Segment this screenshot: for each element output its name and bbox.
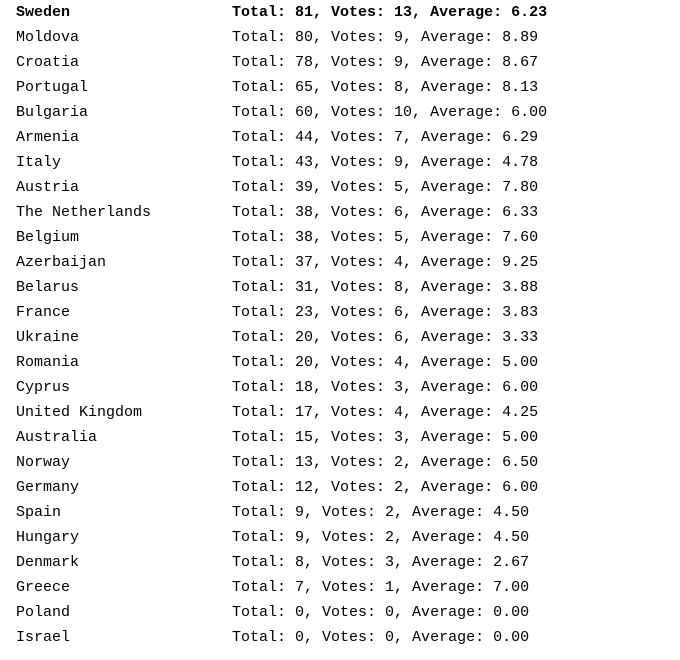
country-name: France [16, 300, 232, 325]
stats-text: Total: 20, Votes: 6, Average: 3.33 [232, 329, 538, 346]
result-row: BelgiumTotal: 38, Votes: 5, Average: 7.6… [16, 225, 664, 250]
result-row: DenmarkTotal: 8, Votes: 3, Average: 2.67 [16, 550, 664, 575]
stats-text: Total: 13, Votes: 2, Average: 6.50 [232, 454, 538, 471]
country-name: Poland [16, 600, 232, 625]
result-row: BulgariaTotal: 60, Votes: 10, Average: 6… [16, 100, 664, 125]
stats-text: Total: 60, Votes: 10, Average: 6.00 [232, 104, 547, 121]
stats-text: Total: 80, Votes: 9, Average: 8.89 [232, 29, 538, 46]
stats-text: Total: 20, Votes: 4, Average: 5.00 [232, 354, 538, 371]
stats-text: Total: 39, Votes: 5, Average: 7.80 [232, 179, 538, 196]
stats-text: Total: 43, Votes: 9, Average: 4.78 [232, 154, 538, 171]
country-name: Denmark [16, 550, 232, 575]
stats-text: Total: 38, Votes: 6, Average: 6.33 [232, 204, 538, 221]
country-name: Moldova [16, 25, 232, 50]
result-row: AustriaTotal: 39, Votes: 5, Average: 7.8… [16, 175, 664, 200]
stats-text: Total: 44, Votes: 7, Average: 6.29 [232, 129, 538, 146]
stats-text: Total: 9, Votes: 2, Average: 4.50 [232, 529, 529, 546]
stats-text: Total: 17, Votes: 4, Average: 4.25 [232, 404, 538, 421]
country-name: Romania [16, 350, 232, 375]
stats-text: Total: 31, Votes: 8, Average: 3.88 [232, 279, 538, 296]
country-name: Sweden [16, 0, 232, 25]
stats-text: Total: 8, Votes: 3, Average: 2.67 [232, 554, 529, 571]
country-name: Croatia [16, 50, 232, 75]
country-name: Australia [16, 425, 232, 450]
stats-text: Total: 38, Votes: 5, Average: 7.60 [232, 229, 538, 246]
country-name: Azerbaijan [16, 250, 232, 275]
country-name: Ukraine [16, 325, 232, 350]
stats-text: Total: 65, Votes: 8, Average: 8.13 [232, 79, 538, 96]
result-row: NorwayTotal: 13, Votes: 2, Average: 6.50 [16, 450, 664, 475]
result-row: BelarusTotal: 31, Votes: 8, Average: 3.8… [16, 275, 664, 300]
result-row: United KingdomTotal: 17, Votes: 4, Avera… [16, 400, 664, 425]
result-row: The NetherlandsTotal: 38, Votes: 6, Aver… [16, 200, 664, 225]
result-row: IsraelTotal: 0, Votes: 0, Average: 0.00 [16, 625, 664, 650]
vote-results-list: SwedenTotal: 81, Votes: 13, Average: 6.2… [16, 0, 664, 650]
result-row: PolandTotal: 0, Votes: 0, Average: 0.00 [16, 600, 664, 625]
country-name: Greece [16, 575, 232, 600]
result-row: CyprusTotal: 18, Votes: 3, Average: 6.00 [16, 375, 664, 400]
result-row: AustraliaTotal: 15, Votes: 3, Average: 5… [16, 425, 664, 450]
result-row: FranceTotal: 23, Votes: 6, Average: 3.83 [16, 300, 664, 325]
stats-text: Total: 78, Votes: 9, Average: 8.67 [232, 54, 538, 71]
country-name: Armenia [16, 125, 232, 150]
country-name: Israel [16, 625, 232, 650]
result-row: SpainTotal: 9, Votes: 2, Average: 4.50 [16, 500, 664, 525]
stats-text: Total: 12, Votes: 2, Average: 6.00 [232, 479, 538, 496]
country-name: Spain [16, 500, 232, 525]
stats-text: Total: 0, Votes: 0, Average: 0.00 [232, 629, 529, 646]
result-row: CroatiaTotal: 78, Votes: 9, Average: 8.6… [16, 50, 664, 75]
country-name: United Kingdom [16, 400, 232, 425]
result-row: GreeceTotal: 7, Votes: 1, Average: 7.00 [16, 575, 664, 600]
country-name: Austria [16, 175, 232, 200]
result-row: MoldovaTotal: 80, Votes: 9, Average: 8.8… [16, 25, 664, 50]
stats-text: Total: 23, Votes: 6, Average: 3.83 [232, 304, 538, 321]
stats-text: Total: 9, Votes: 2, Average: 4.50 [232, 504, 529, 521]
country-name: Italy [16, 150, 232, 175]
result-row: RomaniaTotal: 20, Votes: 4, Average: 5.0… [16, 350, 664, 375]
stats-text: Total: 18, Votes: 3, Average: 6.00 [232, 379, 538, 396]
result-row: PortugalTotal: 65, Votes: 8, Average: 8.… [16, 75, 664, 100]
country-name: Belarus [16, 275, 232, 300]
stats-text: Total: 15, Votes: 3, Average: 5.00 [232, 429, 538, 446]
result-row: SwedenTotal: 81, Votes: 13, Average: 6.2… [16, 0, 664, 25]
country-name: Hungary [16, 525, 232, 550]
stats-text: Total: 81, Votes: 13, Average: 6.23 [232, 4, 547, 21]
country-name: Norway [16, 450, 232, 475]
country-name: The Netherlands [16, 200, 232, 225]
result-row: GermanyTotal: 12, Votes: 2, Average: 6.0… [16, 475, 664, 500]
stats-text: Total: 7, Votes: 1, Average: 7.00 [232, 579, 529, 596]
result-row: ArmeniaTotal: 44, Votes: 7, Average: 6.2… [16, 125, 664, 150]
result-row: AzerbaijanTotal: 37, Votes: 4, Average: … [16, 250, 664, 275]
result-row: ItalyTotal: 43, Votes: 9, Average: 4.78 [16, 150, 664, 175]
country-name: Belgium [16, 225, 232, 250]
result-row: UkraineTotal: 20, Votes: 6, Average: 3.3… [16, 325, 664, 350]
stats-text: Total: 0, Votes: 0, Average: 0.00 [232, 604, 529, 621]
country-name: Bulgaria [16, 100, 232, 125]
country-name: Cyprus [16, 375, 232, 400]
stats-text: Total: 37, Votes: 4, Average: 9.25 [232, 254, 538, 271]
result-row: HungaryTotal: 9, Votes: 2, Average: 4.50 [16, 525, 664, 550]
country-name: Germany [16, 475, 232, 500]
country-name: Portugal [16, 75, 232, 100]
